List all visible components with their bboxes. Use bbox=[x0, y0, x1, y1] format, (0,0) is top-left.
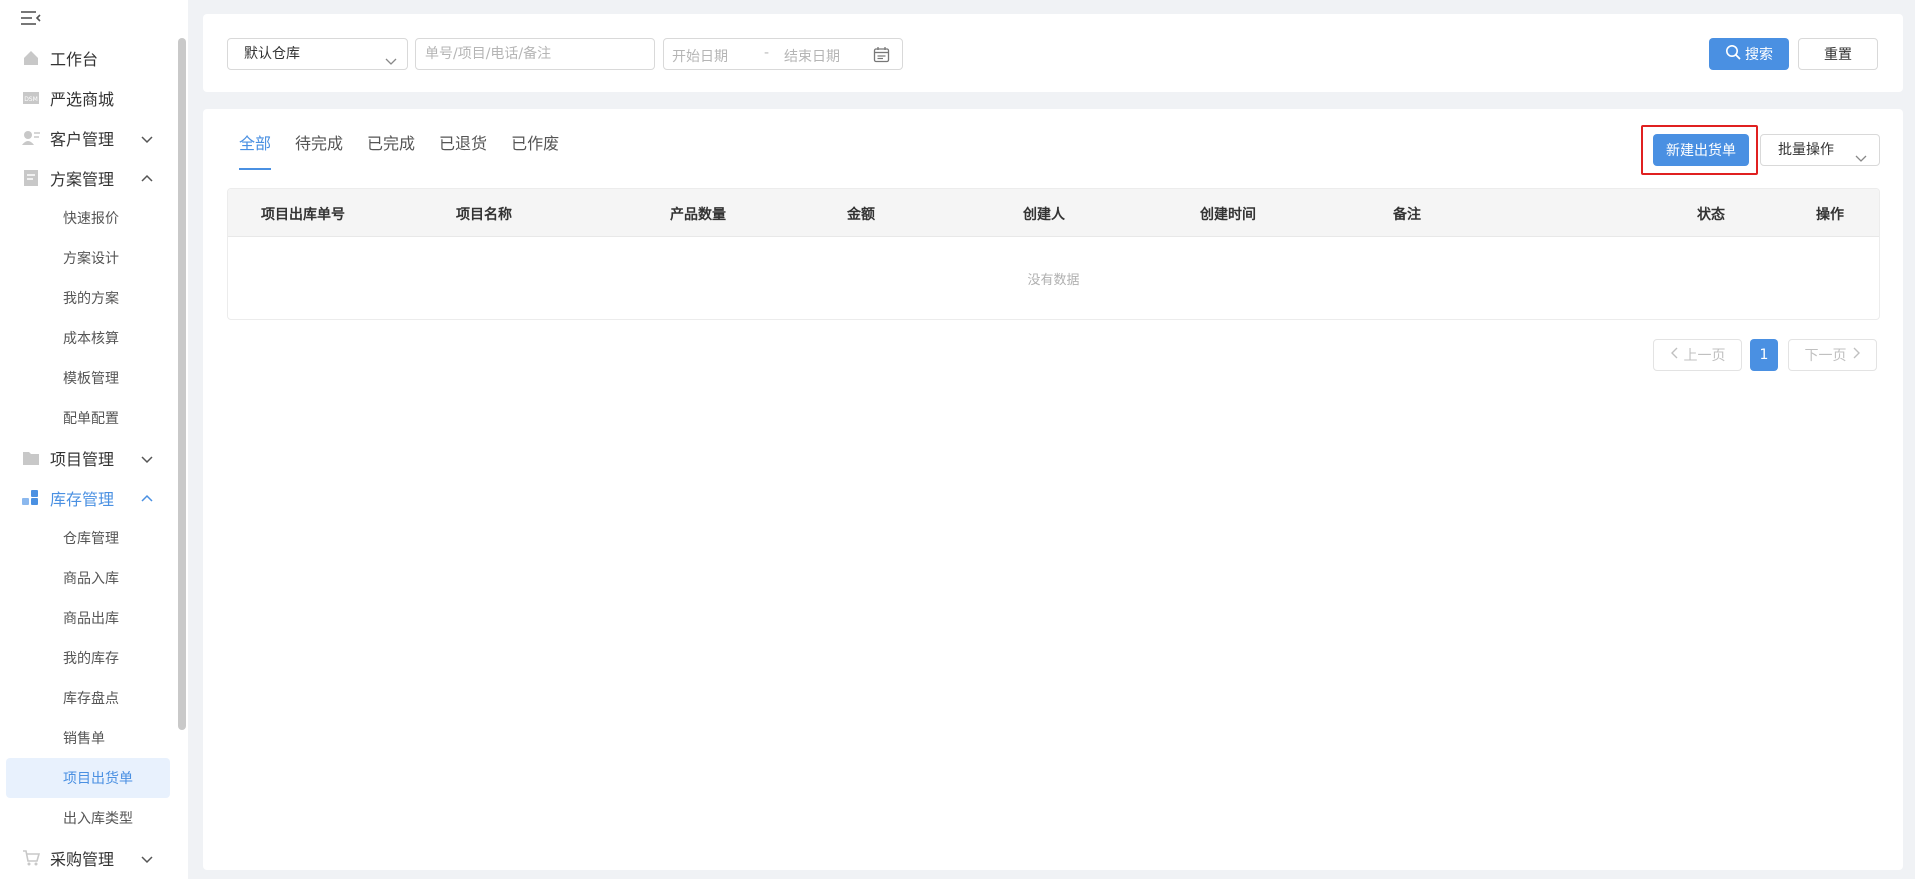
column-header-order-no: 项目出库单号 bbox=[261, 207, 345, 223]
menu-collapse-icon[interactable] bbox=[20, 8, 42, 28]
sidebar-item-label: 严选商城 bbox=[50, 90, 115, 109]
search-button-label: 搜索 bbox=[1745, 47, 1773, 63]
reset-button-label: 重置 bbox=[1824, 47, 1852, 63]
column-header-quantity: 产品数量 bbox=[670, 207, 726, 223]
tab-completed[interactable]: 已完成 bbox=[367, 130, 415, 170]
empty-state-text: 没有数据 bbox=[1027, 273, 1080, 288]
sidebar-subitem-sales-orders[interactable]: 销售单 bbox=[0, 718, 178, 758]
document-icon bbox=[22, 169, 40, 187]
reset-button[interactable]: 重置 bbox=[1798, 38, 1878, 70]
sidebar-item-inventory[interactable]: 库存管理 bbox=[0, 478, 178, 518]
date-separator: - bbox=[764, 45, 770, 61]
sidebar-scrollbar[interactable] bbox=[178, 38, 186, 730]
store-icon: DSM bbox=[22, 89, 40, 107]
sidebar: 工作台 DSM 严选商城 客户管理 方案管理 快速报价 方案设计 我的方案 成本… bbox=[0, 0, 188, 879]
sidebar-item-customers[interactable]: 客户管理 bbox=[0, 118, 178, 158]
next-page-label: 下一页 bbox=[1804, 348, 1847, 364]
folder-icon bbox=[22, 449, 40, 467]
column-header-remarks: 备注 bbox=[1393, 207, 1421, 223]
batch-operations-label: 批量操作 bbox=[1778, 142, 1834, 158]
sidebar-item-store[interactable]: DSM 严选商城 bbox=[0, 78, 178, 118]
sidebar-item-label: 采购管理 bbox=[50, 850, 115, 869]
chevron-down-icon bbox=[140, 451, 154, 465]
column-header-actions: 操作 bbox=[1816, 207, 1844, 223]
sidebar-subitem-project-shipments[interactable]: 项目出货单 bbox=[6, 758, 170, 798]
sidebar-menu: 工作台 DSM 严选商城 客户管理 方案管理 快速报价 方案设计 我的方案 成本… bbox=[0, 38, 178, 878]
sidebar-subitem-template-management[interactable]: 模板管理 bbox=[0, 358, 178, 398]
sidebar-subitem-warehouse-management[interactable]: 仓库管理 bbox=[0, 518, 178, 558]
status-tabs: 全部 待完成 已完成 已退货 已作废 bbox=[239, 130, 583, 170]
sidebar-item-label: 方案管理 bbox=[50, 170, 115, 189]
column-header-created-time: 创建时间 bbox=[1200, 207, 1256, 223]
chevron-down-icon bbox=[385, 48, 397, 65]
sidebar-item-label: 客户管理 bbox=[50, 130, 115, 149]
chevron-down-icon bbox=[140, 131, 154, 145]
home-icon bbox=[22, 49, 40, 67]
sidebar-subitem-cost-accounting[interactable]: 成本核算 bbox=[0, 318, 178, 358]
sidebar-subitem-quick-quote[interactable]: 快速报价 bbox=[0, 198, 178, 238]
warehouse-select[interactable]: 默认仓库 bbox=[227, 38, 408, 70]
chevron-up-icon bbox=[140, 171, 154, 185]
start-date-placeholder: 开始日期 bbox=[672, 49, 728, 65]
sidebar-item-plans[interactable]: 方案管理 bbox=[0, 158, 178, 198]
column-header-project-name: 项目名称 bbox=[456, 207, 512, 223]
sidebar-item-label: 项目管理 bbox=[50, 450, 115, 469]
sidebar-subitem-my-inventory[interactable]: 我的库存 bbox=[0, 638, 178, 678]
page-number-current[interactable]: 1 bbox=[1750, 339, 1778, 371]
search-input[interactable] bbox=[415, 38, 655, 70]
sidebar-item-workbench[interactable]: 工作台 bbox=[0, 38, 178, 78]
tab-voided[interactable]: 已作废 bbox=[511, 130, 559, 170]
sidebar-item-purchasing[interactable]: 采购管理 bbox=[0, 838, 178, 878]
sidebar-subitem-my-plans[interactable]: 我的方案 bbox=[0, 278, 178, 318]
new-shipment-label: 新建出货单 bbox=[1666, 143, 1736, 159]
new-shipment-button[interactable]: 新建出货单 bbox=[1653, 134, 1749, 166]
column-header-status: 状态 bbox=[1697, 207, 1725, 223]
column-header-amount: 金额 bbox=[847, 207, 875, 223]
sidebar-item-label: 工作台 bbox=[50, 50, 99, 69]
calendar-icon bbox=[873, 46, 890, 63]
main-panel: 全部 待完成 已完成 已退货 已作废 新建出货单 批量操作 项目出库单号 项目名… bbox=[203, 109, 1903, 870]
sidebar-item-projects[interactable]: 项目管理 bbox=[0, 438, 178, 478]
sidebar-subitem-order-config[interactable]: 配单配置 bbox=[0, 398, 178, 438]
table-header: 项目出库单号 项目名称 产品数量 金额 创建人 创建时间 备注 状态 操作 bbox=[228, 189, 1879, 237]
tab-all[interactable]: 全部 bbox=[239, 130, 272, 170]
date-range-picker[interactable]: 开始日期 - 结束日期 bbox=[663, 38, 903, 70]
chevron-right-icon bbox=[1851, 347, 1861, 363]
chevron-down-icon bbox=[140, 851, 154, 865]
chevron-left-icon bbox=[1670, 347, 1680, 363]
tab-returned[interactable]: 已退货 bbox=[439, 130, 487, 170]
sidebar-subitem-goods-outbound[interactable]: 商品出库 bbox=[0, 598, 178, 638]
sidebar-item-label: 库存管理 bbox=[50, 490, 115, 509]
prev-page-button[interactable]: 上一页 bbox=[1653, 339, 1742, 371]
filter-bar: 默认仓库 开始日期 - 结束日期 搜索 重置 bbox=[203, 14, 1903, 92]
cart-icon bbox=[22, 849, 40, 867]
chevron-down-icon bbox=[1855, 145, 1867, 162]
warehouse-select-value: 默认仓库 bbox=[244, 46, 300, 62]
svg-text:DSM: DSM bbox=[24, 96, 38, 103]
next-page-button[interactable]: 下一页 bbox=[1788, 339, 1877, 371]
inventory-icon bbox=[22, 489, 40, 507]
customer-icon bbox=[22, 129, 40, 147]
search-icon bbox=[1725, 44, 1741, 64]
sidebar-subitem-inout-types[interactable]: 出入库类型 bbox=[0, 798, 178, 838]
tab-pending[interactable]: 待完成 bbox=[295, 130, 343, 170]
end-date-placeholder: 结束日期 bbox=[784, 49, 840, 65]
sidebar-subitem-goods-inbound[interactable]: 商品入库 bbox=[0, 558, 178, 598]
shipment-table: 项目出库单号 项目名称 产品数量 金额 创建人 创建时间 备注 状态 操作 没有… bbox=[227, 188, 1880, 320]
prev-page-label: 上一页 bbox=[1683, 348, 1726, 364]
batch-operations-dropdown[interactable]: 批量操作 bbox=[1760, 134, 1880, 166]
sidebar-subitem-stocktaking[interactable]: 库存盘点 bbox=[0, 678, 178, 718]
search-button[interactable]: 搜索 bbox=[1709, 38, 1789, 70]
chevron-up-icon bbox=[140, 491, 154, 505]
column-header-creator: 创建人 bbox=[1023, 207, 1065, 223]
sidebar-subitem-plan-design[interactable]: 方案设计 bbox=[0, 238, 178, 278]
